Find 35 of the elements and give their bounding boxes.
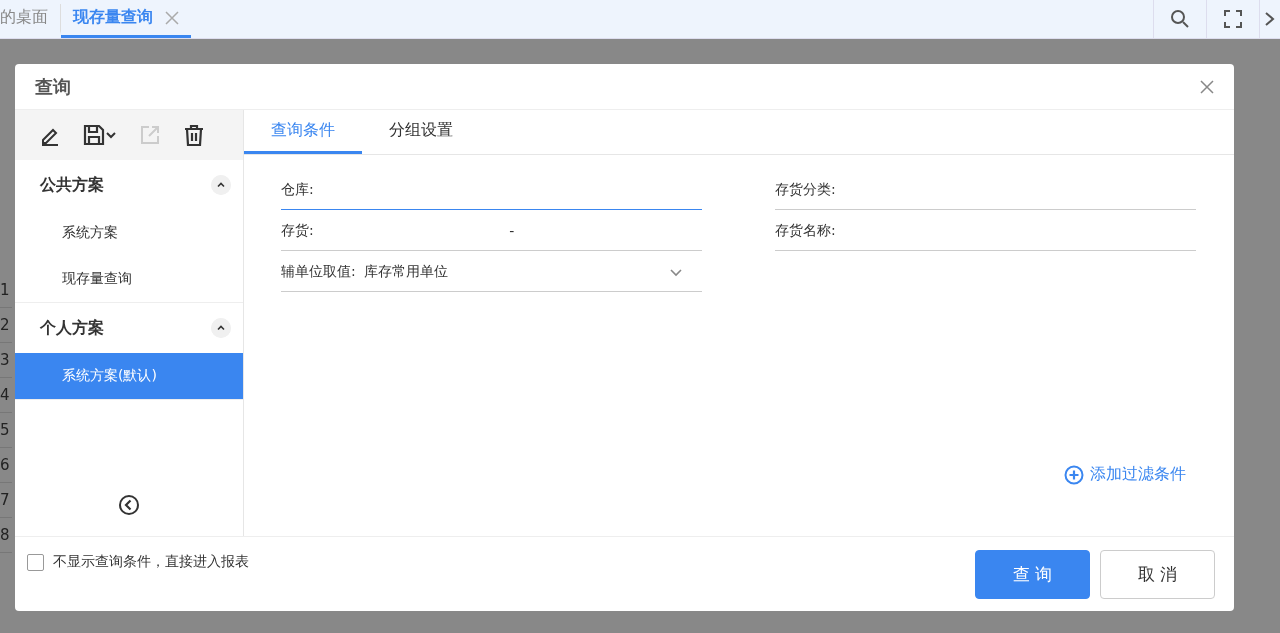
checkbox[interactable]: [27, 553, 44, 571]
group-title: 公共方案: [40, 174, 104, 196]
input-field[interactable]: 存货分类:: [775, 171, 1196, 210]
chevron-left-circle-icon[interactable]: [118, 494, 140, 516]
scheme-item[interactable]: 系统方案: [15, 210, 243, 256]
caret-icon: [670, 266, 682, 278]
dialog-tab[interactable]: 分组设置: [362, 110, 480, 154]
row-number: 2: [0, 308, 12, 343]
input-field[interactable]: 仓库:: [281, 171, 702, 210]
row-number: 3: [0, 343, 12, 378]
chevron-right-icon[interactable]: [1265, 9, 1275, 29]
cancel-button[interactable]: 取 消: [1100, 550, 1215, 599]
add-filter-link[interactable]: 添加过滤条件: [1058, 463, 1192, 486]
scheme-item[interactable]: 现存量查询: [15, 256, 243, 302]
group-title: 个人方案: [40, 317, 104, 339]
close-icon[interactable]: [1200, 79, 1214, 94]
row-number: 1: [0, 273, 12, 308]
range-field[interactable]: 存货: -: [281, 212, 702, 251]
scheme-item[interactable]: 系统方案(默认): [15, 353, 243, 399]
trash-icon[interactable]: [183, 124, 205, 146]
query-button[interactable]: 查 询: [975, 550, 1090, 599]
dialog-tab[interactable]: 查询条件: [244, 110, 362, 154]
row-number: 5: [0, 413, 12, 448]
row-number: 8: [0, 518, 12, 553]
input-field[interactable]: 存货名称:: [775, 212, 1196, 251]
plus-circle-icon: [1064, 464, 1084, 485]
fullscreen-icon[interactable]: [1223, 9, 1243, 29]
dialog-title: 查询: [35, 74, 71, 99]
search-icon[interactable]: [1170, 9, 1190, 29]
checkbox-label: 不显示查询条件，直接进入报表: [53, 553, 249, 571]
dropdown-field[interactable]: 辅单位取值: 库存常用单位: [281, 253, 702, 292]
row-number: 6: [0, 448, 12, 483]
row-number: 7: [0, 483, 12, 518]
row-number: 4: [0, 378, 12, 413]
save-icon[interactable]: [83, 124, 117, 146]
